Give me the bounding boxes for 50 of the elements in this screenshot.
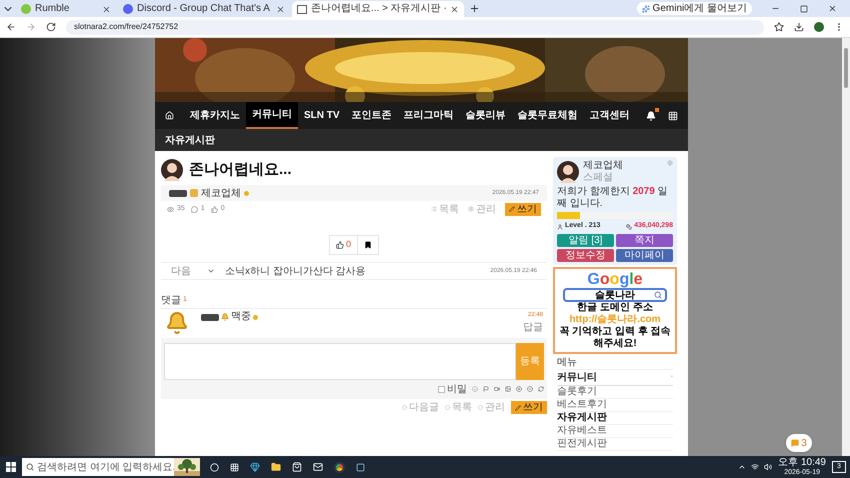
menu-item[interactable]: 자유게시판 <box>557 412 673 425</box>
taskbar-search-field[interactable]: 검색하려면 여기에 입력하세요. <box>22 458 174 476</box>
reply-button[interactable]: 답글 <box>523 322 543 334</box>
taskbar-search-placeholder: 검색하려면 여기에 입력하세요. <box>37 460 174 474</box>
tab-title: Rumble <box>35 3 70 15</box>
ad-search-text: 슬롯나라 <box>595 288 635 302</box>
clock-time: 오후 10:49 <box>778 458 826 468</box>
breadcrumb-title: 자유게시판 <box>165 134 215 148</box>
post-title: 존나어렵네요... <box>189 160 292 180</box>
nav-tab[interactable]: 프리그마틱 <box>398 102 460 129</box>
ad-link: http://슬롯나라.com <box>569 314 661 326</box>
tab-title: 존나어렵네요... > 자유게시판 · <box>311 3 446 15</box>
membership-message: 저희가 함께한지 2079 일째 입니다. <box>557 186 669 210</box>
browser-tab[interactable]: 존나어렵네요... > 자유게시판 · <box>292 1 464 17</box>
menu-title: 메뉴 <box>557 356 673 370</box>
menu-item[interactable]: 베스트후기 <box>557 399 673 412</box>
profile-button[interactable]: 쪽지 <box>616 234 673 247</box>
profile-button[interactable]: 정보수정 <box>557 249 614 262</box>
nav-tab[interactable]: 슬롯무료체험 <box>512 102 584 129</box>
nav-tab[interactable]: 슬롯리뷰 <box>460 102 512 129</box>
menu-section-title: 커뮤니티 <box>557 371 598 385</box>
comment-author: 맥중 <box>231 311 251 323</box>
ad-line: 한글 도메인 주소 <box>577 302 653 314</box>
write-button[interactable]: 쓰기 <box>505 202 541 216</box>
menu-item[interactable]: 슬롯후기 <box>557 386 673 399</box>
browser-tab[interactable]: Discord - Group Chat That's A <box>118 1 290 17</box>
profile-button[interactable]: 알림 [3] <box>557 234 614 247</box>
write-button[interactable]: 쓰기 <box>511 401 547 414</box>
secret-label: 비밀 <box>447 382 467 396</box>
address-field[interactable]: slotnara2.com/free/24752752 <box>66 20 764 34</box>
domain-ad[interactable]: Google 슬롯나라 한글 도메인 주소 http://슬롯나라.com 꼭 기억하고 입력 후 접속 해주세요! <box>553 267 677 354</box>
profile-button[interactable]: 마이페이 <box>616 249 673 262</box>
google-logo: Google <box>587 271 643 288</box>
next-post-link[interactable]: 소닉x하니 잡아니가산다 감사용 <box>225 264 366 278</box>
nav-tab[interactable]: 커뮤니티 <box>246 102 298 129</box>
nav-tab[interactable]: SLN TV <box>298 102 346 129</box>
next-label: 다음 <box>171 264 191 278</box>
menu-item[interactable]: 핀전게시판 <box>557 438 673 451</box>
menu-item[interactable]: 자유베스트 <box>557 425 673 438</box>
nav-tab[interactable]: 포인트존 <box>346 102 398 129</box>
gemini-button[interactable]: Gemini에게 물어보기 <box>636 2 752 15</box>
tab-title: Discord - Group Chat That's A <box>137 3 271 15</box>
nav-tab[interactable]: 고객센터 <box>584 102 636 129</box>
profile-rank: 스페셜 <box>583 172 614 184</box>
nav-tab[interactable]: 제휴카지노 <box>184 102 246 129</box>
profile-name: 제코업체 <box>583 160 624 172</box>
author-name: 제코업체 <box>201 186 241 200</box>
browser-tab[interactable]: Rumble <box>16 1 116 17</box>
comments-header: 댓글 <box>161 294 181 308</box>
ad-line: 꼭 기억하고 입력 후 접속 해주세요! <box>558 326 672 350</box>
